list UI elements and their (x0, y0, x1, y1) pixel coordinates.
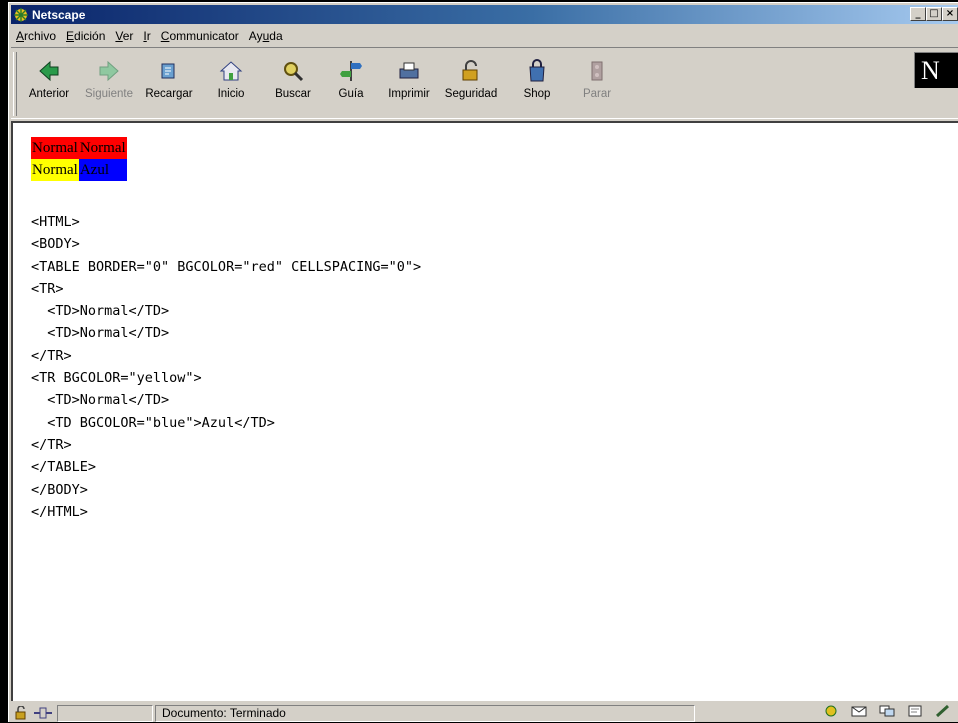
toolbar-button-imprimir[interactable]: Imprimir (379, 54, 439, 112)
demo-table: Normal Normal Normal Azul (31, 137, 127, 181)
toolbar-button-label: Imprimir (388, 88, 430, 100)
toolbar-button-seguridad[interactable]: Seguridad (441, 54, 501, 112)
toolbar-button-recargar[interactable]: Recargar (139, 54, 199, 112)
search-icon (284, 62, 304, 82)
table-row: Normal Normal (31, 137, 127, 159)
toolbar-button-label: Recargar (145, 88, 193, 100)
source-line: <TD>Normal</TD> (31, 303, 170, 320)
guide-icon (340, 61, 362, 81)
source-line: </TR> (31, 347, 72, 364)
table-cell: Normal (78, 137, 127, 159)
status-text: Documento: Terminado (155, 704, 695, 722)
toolbar-button-label: Guía (338, 88, 364, 100)
source-line: <TABLE BORDER="0" BGCOLOR="red" CELLSPAC… (31, 258, 422, 275)
shop-icon (529, 59, 545, 82)
status-bar: Documento: Terminado (11, 703, 958, 723)
menu-communicator[interactable]: Communicator (156, 29, 244, 43)
minimize-button[interactable]: _ (910, 7, 926, 21)
source-line: </TR> (31, 436, 72, 453)
source-line: <TD>Normal</TD> (31, 392, 170, 409)
navigator-icon[interactable] (822, 704, 840, 718)
source-line: </HTML> (31, 503, 88, 520)
menu-ver[interactable]: Ver (110, 29, 138, 43)
menu-ayuda[interactable]: Ayuda (244, 29, 288, 43)
security-lock-icon[interactable] (14, 706, 30, 720)
source-line: </BODY> (31, 481, 88, 498)
toolbar-button-inicio[interactable]: Inicio (201, 54, 261, 112)
source-line: <TR BGCOLOR="yellow"> (31, 370, 202, 387)
table-row: Normal Azul (31, 159, 127, 181)
html-source-listing: <HTML> <BODY> <TABLE BORDER="0" BGCOLOR="r… (31, 211, 421, 523)
table-cell-blue: Azul (78, 159, 127, 181)
toolbar-button-parar[interactable]: Parar (567, 54, 627, 112)
source-line: <TR> (31, 280, 64, 297)
component-bar (822, 704, 958, 718)
netscape-app-icon (14, 7, 28, 22)
menu-edicin[interactable]: Edición (61, 29, 110, 43)
mail-icon[interactable] (850, 704, 868, 718)
connection-icon (34, 707, 52, 719)
toolbar-button-anterior[interactable]: Anterior (19, 54, 79, 112)
toolbar-button-label: Shop (523, 88, 551, 100)
window-title: Netscape (32, 7, 86, 22)
toolbar-button-buscar[interactable]: Buscar (263, 54, 323, 112)
composer-icon[interactable] (906, 704, 924, 718)
toolbar-button-label: Buscar (275, 88, 311, 100)
page-content: Normal Normal Normal Azul <HTML> <BODY> <T… (11, 121, 958, 701)
stop-icon (591, 61, 603, 81)
print-icon (399, 62, 419, 79)
toolbar-button-label: Parar (582, 88, 612, 100)
source-line: <TD>Normal</TD> (31, 325, 170, 342)
reload-icon (161, 63, 175, 79)
navigation-toolbar: N Anterior Siguiente Recargar Inicio Buscar G… (11, 47, 958, 119)
source-line: <HTML> (31, 214, 80, 230)
toolbar-button-label: Seguridad (444, 88, 498, 100)
toolbar-grip[interactable] (13, 52, 17, 116)
table-cell: Normal (31, 137, 79, 159)
source-line: <TD BGCOLOR="blue">Azul</TD> (31, 414, 275, 431)
menu-bar: Archivo Edición Ver Ir Communicator Ayuda (11, 26, 958, 45)
netscape-logo[interactable]: N (914, 52, 958, 88)
toolbar-button-label: Siguiente (85, 88, 133, 100)
lock-icon (462, 60, 478, 81)
toolbar-button-shop[interactable]: Shop (507, 54, 567, 112)
pen-icon[interactable] (934, 704, 952, 718)
source-line: <BODY> (31, 236, 80, 253)
back-arrow-icon (39, 60, 59, 82)
discussion-icon[interactable] (878, 704, 896, 718)
maximize-button[interactable]: □ (926, 7, 942, 21)
title-bar[interactable]: Netscape _ □ × (11, 5, 958, 24)
toolbar-button-siguiente[interactable]: Siguiente (79, 54, 139, 112)
menu-ir[interactable]: Ir (138, 29, 155, 43)
home-icon (219, 61, 243, 81)
menu-archivo[interactable]: Archivo (11, 29, 61, 43)
toolbar-button-gua[interactable]: Guía (321, 54, 381, 112)
window-controls: _ □ × (910, 7, 958, 21)
close-button[interactable]: × (942, 7, 958, 21)
table-cell: Normal (31, 159, 79, 181)
toolbar-button-label: Inicio (217, 88, 245, 100)
forward-arrow-icon (99, 60, 119, 82)
progress-panel (57, 704, 153, 722)
source-line: </TABLE> (31, 459, 97, 476)
toolbar-button-label: Anterior (28, 88, 70, 100)
browser-window: Netscape _ □ × Archivo Edición Ver Ir Commun… (8, 2, 958, 722)
